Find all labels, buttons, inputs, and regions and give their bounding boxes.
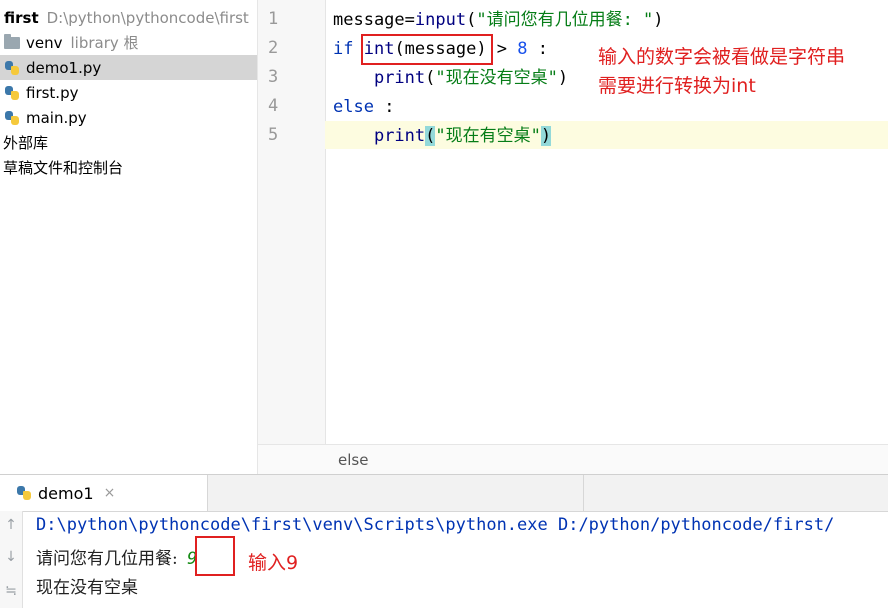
project-root-name: first bbox=[4, 8, 39, 27]
line-number: 4 bbox=[268, 96, 279, 116]
annotation-convert-note: 需要进行转换为int bbox=[598, 75, 756, 97]
highlight-box-input bbox=[195, 536, 235, 576]
console-prompt-line: 请问您有几位用餐: 9 bbox=[36, 544, 197, 569]
project-panel: first D:\python\pythoncode\first venv li… bbox=[0, 0, 257, 474]
code-token: message bbox=[333, 10, 405, 30]
tree-item-label: first.py bbox=[26, 83, 79, 102]
tree-item-label: main.py bbox=[26, 108, 87, 127]
tree-item-main[interactable]: main.py bbox=[0, 105, 257, 130]
code-token: ) bbox=[557, 68, 569, 88]
code-token: ( bbox=[466, 10, 477, 30]
line-number-gutter: 1 2 3 4 5 bbox=[258, 0, 326, 444]
console-command: D:\python\pythoncode\first\venv\Scripts\… bbox=[36, 515, 835, 535]
line-number: 5 bbox=[268, 125, 279, 145]
code-token: else bbox=[333, 97, 374, 117]
code-token: ( bbox=[425, 126, 436, 146]
code-token: print bbox=[373, 68, 426, 88]
python-file-icon bbox=[4, 85, 20, 101]
project-root[interactable]: first D:\python\pythoncode\first bbox=[0, 5, 257, 30]
code-token: 8 bbox=[517, 39, 528, 59]
annotation-string-note: 输入的数字会被看做是字符串 bbox=[598, 46, 846, 68]
line-number: 1 bbox=[268, 9, 279, 29]
code-line-5: print("现在有空桌") bbox=[333, 122, 552, 150]
line-number: 3 bbox=[268, 67, 279, 87]
line-number: 2 bbox=[268, 38, 279, 58]
code-line-1: message=input("请问您有几位用餐: ") bbox=[333, 6, 664, 34]
run-tab-bar: demo1 × bbox=[0, 475, 888, 512]
python-run-icon bbox=[16, 485, 32, 501]
code-token: = bbox=[404, 10, 415, 30]
project-root-path: D:\python\pythoncode\first bbox=[46, 8, 249, 27]
tree-item-external-libraries[interactable]: 外部库 bbox=[0, 130, 257, 155]
tree-item-demo1[interactable]: demo1.py bbox=[0, 55, 257, 80]
console-output-line: 现在没有空桌 bbox=[36, 578, 138, 598]
code-line-4: else : bbox=[333, 93, 394, 121]
folder-icon bbox=[4, 33, 20, 49]
tree-item-first[interactable]: first.py bbox=[0, 80, 257, 105]
tree-item-venv[interactable]: venv library 根 bbox=[0, 30, 257, 55]
arrow-down-icon[interactable]: ↓ bbox=[3, 549, 19, 565]
tab-bar-spacer bbox=[208, 475, 584, 511]
python-file-icon bbox=[4, 60, 20, 76]
code-line-3: print("现在没有空桌") bbox=[333, 64, 568, 92]
code-token: : bbox=[373, 97, 395, 117]
tree-item-note: library 根 bbox=[70, 34, 139, 52]
tree-item-label: venv bbox=[26, 33, 63, 52]
code-token: input bbox=[414, 10, 467, 30]
highlight-box-int-message bbox=[361, 34, 493, 65]
wrap-icon[interactable]: ≒ bbox=[3, 583, 19, 599]
annotation-input-note: 输入9 bbox=[248, 552, 299, 574]
code-editor[interactable]: 1 2 3 4 5 message=input("请问您有几位用餐: ") if… bbox=[257, 0, 888, 475]
code-token: : bbox=[527, 39, 549, 59]
code-token: ( bbox=[425, 68, 436, 88]
code-token: ) bbox=[653, 10, 664, 30]
breadcrumb-bar: else bbox=[258, 444, 888, 475]
code-token: print bbox=[373, 126, 426, 146]
tree-item-scratches[interactable]: 草稿文件和控制台 bbox=[0, 155, 257, 180]
close-icon[interactable]: × bbox=[104, 485, 116, 501]
breadcrumb[interactable]: else bbox=[338, 451, 368, 469]
code-token: "现在没有空桌" bbox=[435, 68, 558, 88]
run-tab-demo1[interactable]: demo1 × bbox=[0, 475, 208, 511]
tree-item-label: 外部库 bbox=[3, 134, 49, 152]
console-prompt: 请问您有几位用餐: bbox=[36, 549, 178, 569]
tree-item-label: 草稿文件和控制台 bbox=[3, 159, 124, 177]
code-token: "现在有空桌" bbox=[435, 126, 541, 146]
code-token: if bbox=[333, 39, 364, 59]
arrow-up-icon[interactable]: ↑ bbox=[3, 517, 19, 533]
python-file-icon bbox=[4, 110, 20, 126]
tree-item-label: demo1.py bbox=[26, 58, 102, 77]
run-toolbar: ↑ ↓ ≒ bbox=[0, 511, 23, 608]
run-tab-label: demo1 bbox=[38, 483, 94, 503]
code-token: "请问您有几位用餐: " bbox=[476, 10, 654, 30]
code-token: ) bbox=[540, 126, 552, 146]
run-panel: demo1 × ↑ ↓ ≒ D:\python\pythoncode\first… bbox=[0, 474, 888, 608]
